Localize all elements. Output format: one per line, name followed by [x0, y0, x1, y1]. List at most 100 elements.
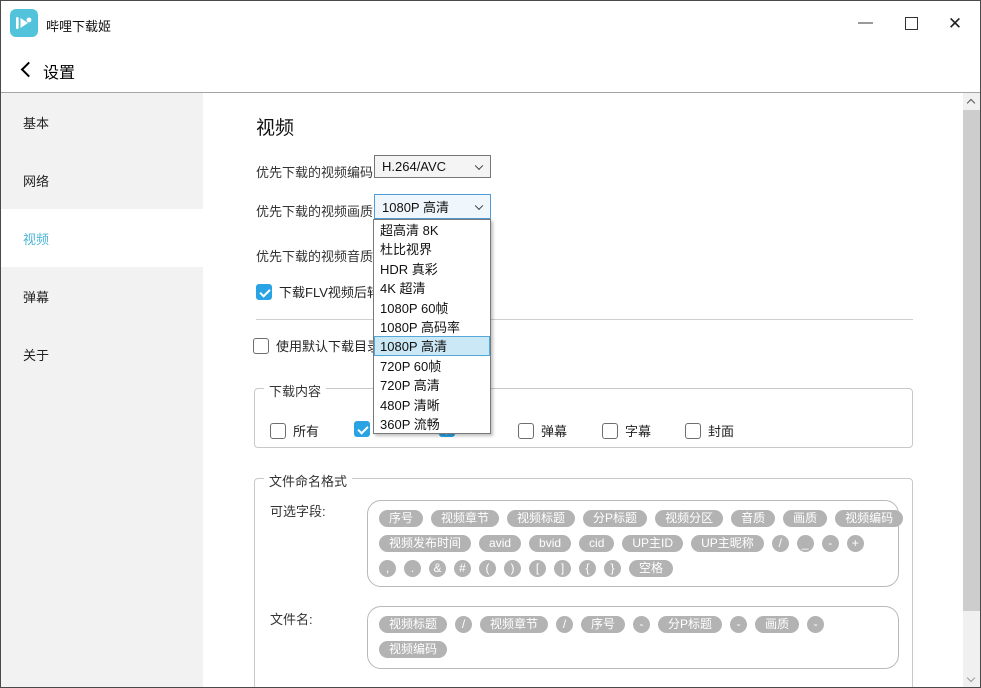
available-fields-box: 序号视频章节视频标题分P标题视频分区音质画质视频编码视频发布时间avidbvid… [367, 500, 899, 587]
filename-field-tag[interactable]: 分P标题 [658, 616, 722, 633]
available-field-tag[interactable]: UP主ID [622, 535, 683, 552]
page-title: 设置 [43, 59, 75, 83]
filename-field-row-0: 视频标题/视频章节/序号-分P标题-画质- [379, 616, 887, 633]
filename-field-tag[interactable]: / [556, 616, 573, 633]
scrollbar-thumb[interactable] [963, 110, 980, 611]
available-field-tag[interactable]: 视频分区 [655, 510, 723, 527]
naming-group: 文件命名格式 可选字段: 序号视频章节视频标题分P标题视频分区音质画质视频编码视… [254, 478, 913, 688]
quality-option-2[interactable]: HDR 真彩 [374, 259, 490, 278]
audio-quality-label: 优先下载的视频音质: [256, 246, 377, 265]
filename-field-tag[interactable]: - [633, 616, 650, 633]
available-field-tag[interactable]: ) [504, 560, 521, 577]
quality-option-0[interactable]: 超高清 8K [374, 220, 490, 239]
checkbox-unchecked-icon [685, 423, 701, 439]
quality-dropdown-list: 超高清 8K杜比视界HDR 真彩4K 超清1080P 60帧1080P 高码率1… [373, 219, 491, 434]
section-title: 视频 [256, 113, 294, 140]
available-field-tag[interactable]: & [429, 560, 446, 577]
quality-option-10[interactable]: 360P 流畅 [374, 414, 490, 433]
quality-option-3[interactable]: 4K 超清 [374, 278, 490, 297]
download-content-checkbox-0[interactable]: 所有 [270, 421, 319, 440]
available-field-tag[interactable]: } [604, 560, 621, 577]
filename-field-tag[interactable]: 画质 [755, 616, 799, 633]
filename-field-row-1: 视频编码 [379, 641, 887, 658]
codec-select-value: H.264/AVC [382, 159, 446, 174]
available-field-tag[interactable]: ] [554, 560, 571, 577]
scroll-up-button[interactable] [963, 93, 980, 110]
codec-label: 优先下载的视频编码: [256, 162, 377, 181]
available-field-tag[interactable]: avid [479, 535, 521, 552]
available-field-tag[interactable]: [ [529, 560, 546, 577]
available-field-tag[interactable]: , [379, 560, 396, 577]
sidebar-item-0[interactable]: 基本 [1, 93, 203, 151]
close-button[interactable]: ✕ [932, 1, 978, 45]
minimize-icon [858, 22, 873, 24]
download-content-checkbox-4[interactable]: 字幕 [602, 421, 651, 440]
scroll-down-button[interactable] [963, 671, 980, 688]
maximize-button[interactable] [888, 1, 934, 45]
available-field-tag[interactable]: _ [797, 535, 814, 552]
available-field-tag[interactable]: 视频标题 [507, 510, 575, 527]
download-content-legend: 下载内容 [264, 381, 326, 400]
available-field-tag[interactable]: - [822, 535, 839, 552]
available-field-tag[interactable]: 视频章节 [431, 510, 499, 527]
quality-option-6[interactable]: 1080P 高清 [374, 336, 490, 355]
available-field-tag[interactable]: bvid [529, 535, 571, 552]
available-field-tag[interactable]: 分P标题 [583, 510, 647, 527]
section-divider [256, 319, 913, 320]
download-content-checkbox-5[interactable]: 封面 [685, 421, 734, 440]
sidebar-item-4[interactable]: 关于 [1, 325, 203, 383]
scrollbar[interactable] [963, 93, 980, 688]
quality-option-7[interactable]: 720P 60帧 [374, 356, 490, 375]
settings-sidebar: 基本网络视频弹幕关于 [1, 93, 203, 688]
download-content-checkbox-1[interactable] [354, 421, 370, 437]
app-logo-icon [10, 9, 38, 37]
checkbox-label: 所有 [293, 421, 319, 440]
available-field-tag[interactable]: 音质 [731, 510, 775, 527]
quality-option-9[interactable]: 480P 清晰 [374, 395, 490, 414]
filename-field-tag[interactable]: 序号 [581, 616, 625, 633]
available-field-tag[interactable]: UP主昵称 [691, 535, 764, 552]
available-field-tag[interactable]: # [454, 560, 471, 577]
chevron-up-icon [967, 99, 975, 107]
available-field-row-2: ,.&# () [] {} 空格 [379, 560, 887, 577]
available-field-tag[interactable]: 空格 [629, 560, 673, 577]
sidebar-item-2[interactable]: 视频 [1, 209, 203, 267]
available-field-tag[interactable]: 画质 [783, 510, 827, 527]
available-field-tag[interactable]: ( [479, 560, 496, 577]
filename-field-tag[interactable]: / [455, 616, 472, 633]
available-field-tag[interactable]: cid [579, 535, 614, 552]
quality-select[interactable]: 1080P 高清 [374, 194, 491, 219]
app-window: 哔哩下载姬 ✕ 设置 基本网络视频弹幕关于 视频 优先下载的视频编码: H.26… [0, 0, 981, 688]
quality-option-5[interactable]: 1080P 高码率 [374, 317, 490, 336]
chevron-left-icon [21, 62, 37, 78]
available-field-tag[interactable]: . [404, 560, 421, 577]
quality-option-1[interactable]: 杜比视界 [374, 239, 490, 258]
filename-box: 视频标题/视频章节/序号-分P标题-画质-视频编码 [367, 606, 899, 669]
filename-field-tag[interactable]: 视频编码 [379, 641, 447, 658]
available-field-tag[interactable]: / [772, 535, 789, 552]
minimize-button[interactable] [842, 1, 888, 45]
filename-field-tag[interactable]: 视频章节 [480, 616, 548, 633]
back-button[interactable] [17, 59, 43, 85]
checkbox-label: 封面 [708, 421, 734, 440]
available-field-tag[interactable]: 视频编码 [835, 510, 903, 527]
sidebar-item-1[interactable]: 网络 [1, 151, 203, 209]
codec-select[interactable]: H.264/AVC [374, 155, 491, 178]
filename-label: 文件名: [270, 609, 313, 628]
download-content-group: 下载内容 所有弹幕字幕封面 [254, 388, 913, 448]
download-content-checkbox-3[interactable]: 弹幕 [518, 421, 567, 440]
sidebar-item-3[interactable]: 弹幕 [1, 267, 203, 325]
quality-option-8[interactable]: 720P 高清 [374, 375, 490, 394]
available-field-tag[interactable]: 视频发布时间 [379, 535, 471, 552]
chevron-down-icon [475, 161, 483, 169]
window-title: 哔哩下载姬 [46, 16, 111, 35]
available-field-tag[interactable]: + [847, 535, 864, 552]
quality-option-4[interactable]: 1080P 60帧 [374, 298, 490, 317]
available-field-tag[interactable]: 序号 [379, 510, 423, 527]
filename-field-tag[interactable]: 视频标题 [379, 616, 447, 633]
checkbox-unchecked-icon [253, 338, 269, 354]
filename-field-tag[interactable]: - [730, 616, 747, 633]
default-dir-checkbox[interactable]: 使用默认下载目录 [253, 336, 380, 355]
filename-field-tag[interactable]: - [807, 616, 824, 633]
available-field-tag[interactable]: { [579, 560, 596, 577]
